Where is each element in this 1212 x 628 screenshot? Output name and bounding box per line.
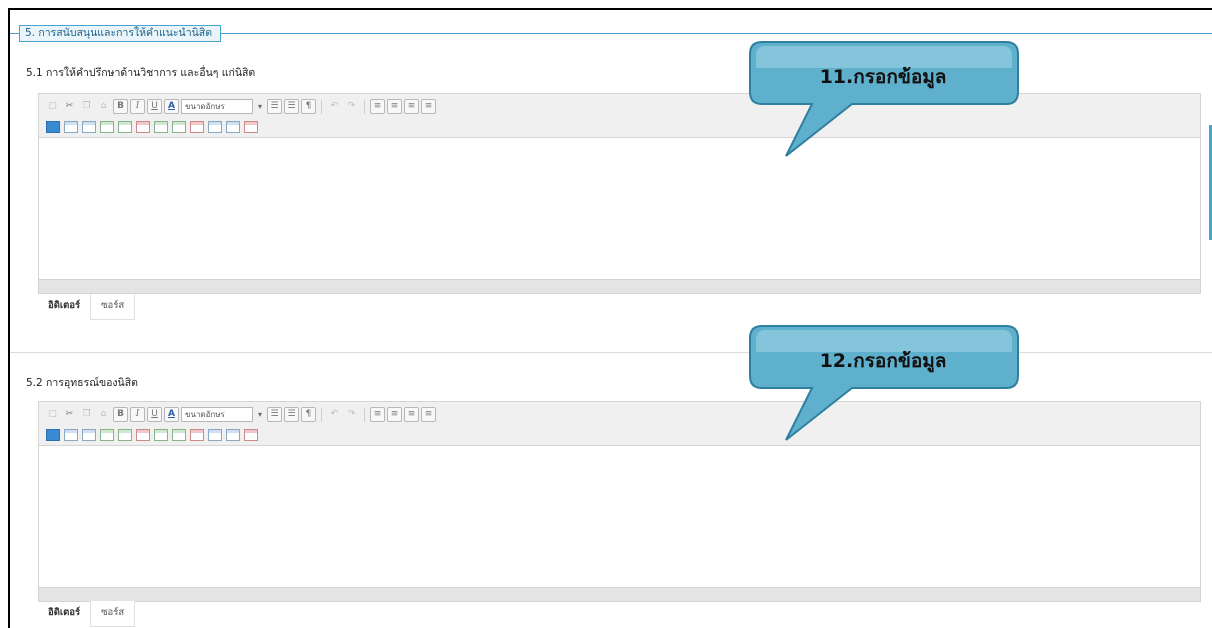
underline-icon[interactable]: U xyxy=(147,99,162,114)
chevron-down-icon[interactable]: ▾ xyxy=(255,407,265,422)
editor-mode-tabs: อิดิเตอร์ ซอร์ส xyxy=(38,294,136,320)
insert-row-icon[interactable] xyxy=(82,428,96,441)
align-right-icon[interactable]: ≡ xyxy=(404,407,419,422)
rich-text-editor-5-1: ▢ ✂ ❐ ⌂ B I U A ขนาดอักษร ▾ ☰ ☰ ¶ ↶ ↷ ≡ … xyxy=(38,93,1201,294)
paste-icon[interactable]: ⌂ xyxy=(96,99,111,114)
paste-icon[interactable]: ⌂ xyxy=(96,407,111,422)
align-left-icon[interactable]: ≡ xyxy=(370,407,385,422)
table-row-props-icon[interactable] xyxy=(208,428,222,441)
tab-source[interactable]: ซอร์ส xyxy=(90,601,136,627)
delete-column-icon[interactable] xyxy=(190,120,204,133)
merge-cells-icon[interactable] xyxy=(118,428,132,441)
copy-icon[interactable]: ❐ xyxy=(79,407,94,422)
chevron-down-icon[interactable]: ▾ xyxy=(255,99,265,114)
unordered-list-icon[interactable]: ☰ xyxy=(284,407,299,422)
undo-icon[interactable]: ↶ xyxy=(327,407,342,422)
insert-column-icon[interactable] xyxy=(100,428,114,441)
cell-properties-icon[interactable] xyxy=(172,120,186,133)
text-color-icon[interactable]: A xyxy=(164,407,179,422)
new-page-icon[interactable]: ▢ xyxy=(45,99,60,114)
tab-editor[interactable]: อิดิเตอร์ xyxy=(38,601,90,627)
font-size-select[interactable]: ขนาดอักษร xyxy=(181,407,253,422)
delete-column-icon[interactable] xyxy=(190,428,204,441)
align-center-icon[interactable]: ≡ xyxy=(387,99,402,114)
justify-icon[interactable]: ≡ xyxy=(421,99,436,114)
editor-status-bar xyxy=(39,279,1200,293)
underline-icon[interactable]: U xyxy=(147,407,162,422)
toolbar-separator xyxy=(364,407,365,422)
align-center-icon[interactable]: ≡ xyxy=(387,407,402,422)
rich-text-editor-5-2: ▢ ✂ ❐ ⌂ B I U A ขนาดอักษร ▾ ☰ ☰ ¶ ↶ ↷ ≡ … xyxy=(38,401,1201,602)
insert-row-icon[interactable] xyxy=(82,120,96,133)
editor-mode-tabs: อิดิเตอร์ ซอร์ส xyxy=(38,601,136,627)
paragraph-icon[interactable]: ¶ xyxy=(301,99,316,114)
delete-table-icon[interactable] xyxy=(244,120,258,133)
section-divider xyxy=(10,352,1212,353)
field-label-5-2: 5.2 การอุทธรณ์ของนิสิต xyxy=(26,377,138,389)
callout-text: 11.กรอกข้อมูล xyxy=(819,66,947,88)
table-col-props-icon[interactable] xyxy=(226,428,240,441)
field-label-5-1: 5.1 การให้คำปรึกษาด้านวิชาการ และอื่นๆ แ… xyxy=(26,67,256,79)
copy-icon[interactable]: ❐ xyxy=(79,99,94,114)
split-cell-icon[interactable] xyxy=(154,120,168,133)
table-row-props-icon[interactable] xyxy=(208,120,222,133)
editor-toolbar: ▢ ✂ ❐ ⌂ B I U A ขนาดอักษร ▾ ☰ ☰ ¶ ↶ ↷ ≡ … xyxy=(39,94,1200,138)
cut-icon[interactable]: ✂ xyxy=(62,407,77,422)
instruction-callout-11: 11.กรอกข้อมูล xyxy=(748,38,1024,158)
ordered-list-icon[interactable]: ☰ xyxy=(267,99,282,114)
cut-icon[interactable]: ✂ xyxy=(62,99,77,114)
new-page-icon[interactable]: ▢ xyxy=(45,407,60,422)
delete-table-icon[interactable] xyxy=(244,428,258,441)
ordered-list-icon[interactable]: ☰ xyxy=(267,407,282,422)
editor-content-area[interactable] xyxy=(39,446,1200,587)
table-col-props-icon[interactable] xyxy=(226,120,240,133)
justify-icon[interactable]: ≡ xyxy=(421,407,436,422)
table-icon[interactable] xyxy=(46,120,60,133)
font-size-select[interactable]: ขนาดอักษร xyxy=(181,99,253,114)
bold-icon[interactable]: B xyxy=(113,407,128,422)
text-color-icon[interactable]: A xyxy=(164,99,179,114)
toolbar-separator xyxy=(321,99,322,114)
editor-content-area[interactable] xyxy=(39,138,1200,279)
instruction-callout-12: 12.กรอกข้อมูล xyxy=(748,322,1024,442)
split-cell-icon[interactable] xyxy=(154,428,168,441)
redo-icon[interactable]: ↷ xyxy=(344,407,359,422)
bold-icon[interactable]: B xyxy=(113,99,128,114)
table-icon[interactable] xyxy=(46,428,60,441)
section-legend: 5. การสนับสนุนและการให้คำแนะนำนิสิต xyxy=(19,25,221,42)
italic-icon[interactable]: I xyxy=(130,99,145,114)
insert-column-icon[interactable] xyxy=(100,120,114,133)
cell-properties-icon[interactable] xyxy=(172,428,186,441)
tab-editor[interactable]: อิดิเตอร์ xyxy=(38,294,90,320)
delete-row-icon[interactable] xyxy=(136,428,150,441)
align-right-icon[interactable]: ≡ xyxy=(404,99,419,114)
toolbar-separator xyxy=(364,99,365,114)
unordered-list-icon[interactable]: ☰ xyxy=(284,99,299,114)
undo-icon[interactable]: ↶ xyxy=(327,99,342,114)
callout-text: 12.กรอกข้อมูล xyxy=(819,350,947,372)
editor-toolbar: ▢ ✂ ❐ ⌂ B I U A ขนาดอักษร ▾ ☰ ☰ ¶ ↶ ↷ ≡ … xyxy=(39,402,1200,446)
align-left-icon[interactable]: ≡ xyxy=(370,99,385,114)
paragraph-icon[interactable]: ¶ xyxy=(301,407,316,422)
italic-icon[interactable]: I xyxy=(130,407,145,422)
delete-row-icon[interactable] xyxy=(136,120,150,133)
table-properties-icon[interactable] xyxy=(64,120,78,133)
toolbar-separator xyxy=(321,407,322,422)
redo-icon[interactable]: ↷ xyxy=(344,99,359,114)
table-properties-icon[interactable] xyxy=(64,428,78,441)
tab-source[interactable]: ซอร์ส xyxy=(90,294,136,320)
editor-status-bar xyxy=(39,587,1200,601)
merge-cells-icon[interactable] xyxy=(118,120,132,133)
